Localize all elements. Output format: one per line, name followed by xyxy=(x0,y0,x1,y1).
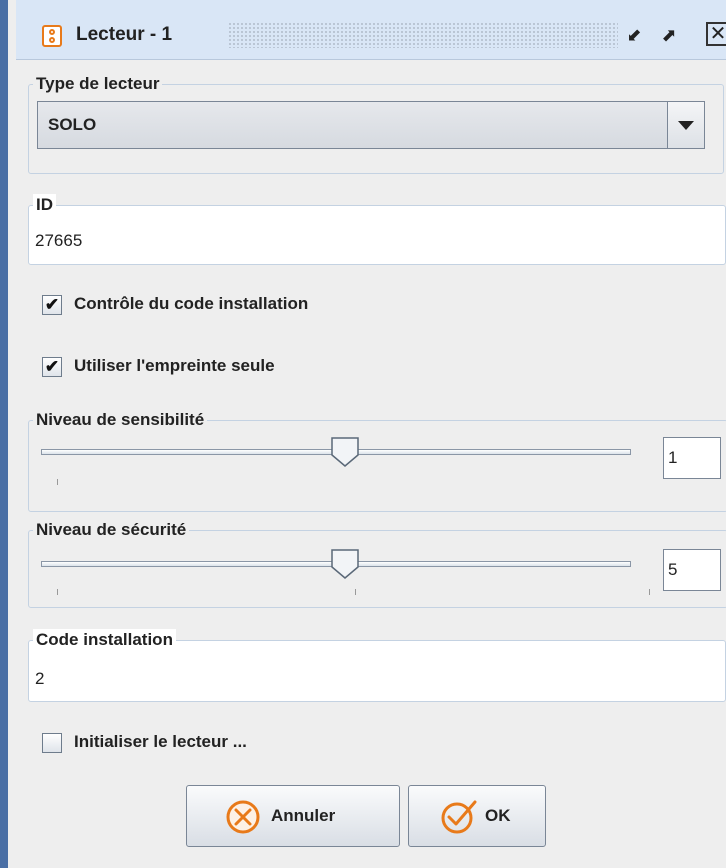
sensibilite-slider-thumb[interactable] xyxy=(331,437,359,467)
securite-value-field[interactable]: 5 xyxy=(663,549,721,591)
empreinte-seule-label: Utiliser l'empreinte seule xyxy=(74,356,275,375)
title-drag-area[interactable] xyxy=(228,22,618,48)
securite-group: Niveau de sécurité 5 xyxy=(28,519,726,608)
type-lecteur-select[interactable]: SOLO xyxy=(37,101,705,149)
id-field[interactable]: 27665 xyxy=(35,231,82,251)
code-installation-group: Code installation 2 xyxy=(28,629,726,702)
controle-code-label: Contrôle du code installation xyxy=(74,294,309,313)
securite-value: 5 xyxy=(668,560,678,579)
cancel-button-label: Annuler xyxy=(271,806,336,825)
code-installation-title: Code installation xyxy=(33,629,176,651)
type-lecteur-title: Type de lecteur xyxy=(33,73,163,95)
securite-title: Niveau de sécurité xyxy=(33,519,190,541)
initialiser-label: Initialiser le lecteur ... xyxy=(74,732,247,751)
code-installation-field[interactable]: 2 xyxy=(35,669,44,689)
sensibilite-value-field[interactable]: 1 xyxy=(663,437,721,479)
securite-tick-max xyxy=(649,589,650,595)
window-title: Lecteur - 1 xyxy=(76,24,173,45)
id-group: ID 27665 xyxy=(28,194,726,265)
sensibilite-value: 1 xyxy=(668,448,678,467)
title-bar[interactable]: Lecteur - 1 ⬋ ⬈ ✕ xyxy=(16,0,726,60)
type-lecteur-group: Type de lecteur SOLO xyxy=(28,73,724,174)
id-title: ID xyxy=(33,194,56,216)
close-icon[interactable]: ✕ xyxy=(706,22,726,46)
sensibilite-title: Niveau de sensibilité xyxy=(33,409,208,431)
ok-button[interactable]: OK xyxy=(408,785,546,847)
ok-button-label: OK xyxy=(485,806,511,825)
checkmark-icon xyxy=(441,800,477,834)
dialog-window: Lecteur - 1 ⬋ ⬈ ✕ Type de lecteur SOLO I… xyxy=(0,0,726,868)
initialiser-checkbox[interactable] xyxy=(42,733,62,753)
chevron-down-icon[interactable] xyxy=(667,102,704,148)
type-lecteur-value: SOLO xyxy=(48,115,97,134)
maximize-icon[interactable]: ⬈ xyxy=(656,22,682,48)
restore-down-icon[interactable]: ⬋ xyxy=(621,22,647,48)
sensibilite-group: Niveau de sensibilité 1 xyxy=(28,409,726,512)
controle-code-checkbox[interactable]: ✔ xyxy=(42,295,62,315)
app-reader-icon xyxy=(42,25,62,47)
securite-slider-thumb[interactable] xyxy=(331,549,359,579)
securite-tick-min xyxy=(57,589,58,595)
securite-tick-mid xyxy=(355,589,356,595)
empreinte-seule-checkbox[interactable]: ✔ xyxy=(42,357,62,377)
cancel-button[interactable]: Annuler xyxy=(186,785,400,847)
cancel-x-icon xyxy=(226,800,260,834)
sensibilite-tick xyxy=(57,479,58,485)
